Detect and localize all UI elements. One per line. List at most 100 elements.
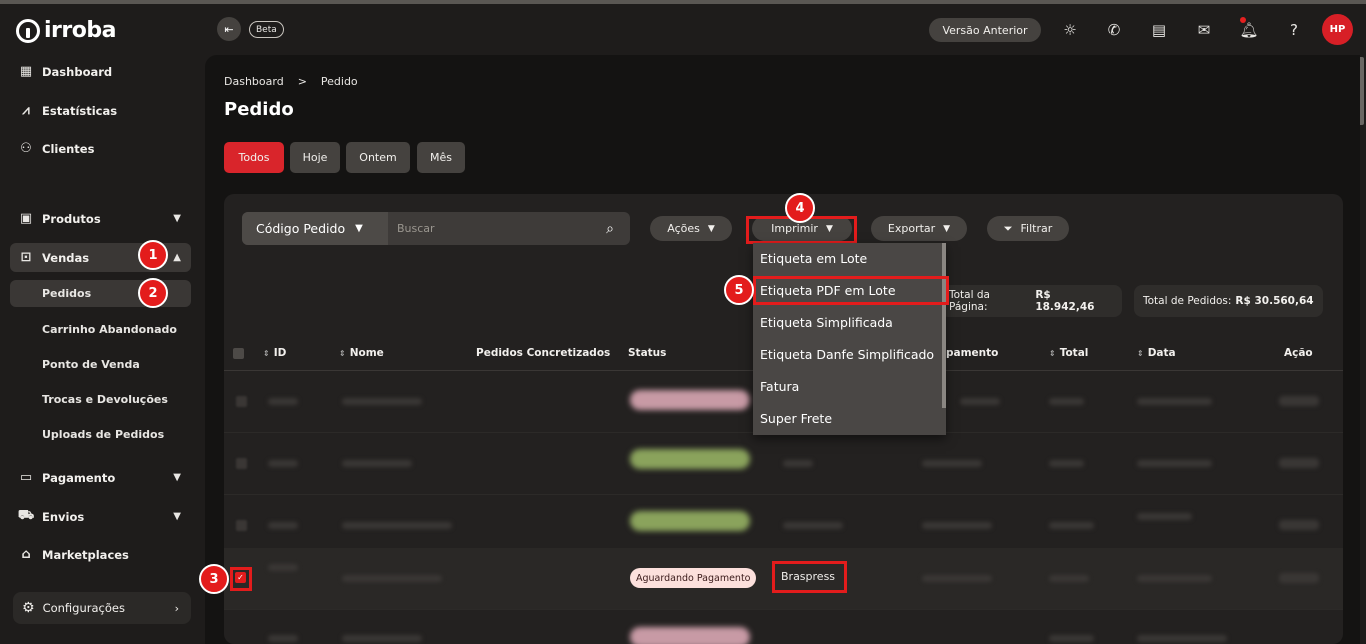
col-id[interactable]: ⇕ ID [263,347,286,359]
filter-todos-button[interactable]: Todos [224,142,284,173]
col-data-label: Data [1147,347,1176,359]
blurred-cell [922,522,992,529]
dropdown-scrollbar[interactable] [942,243,946,408]
search-icon[interactable]: ⌕ [590,212,630,245]
mail-icon[interactable]: ✉ [1194,20,1214,40]
blurred-cell [922,575,992,582]
col-acao: Ação [1284,347,1313,359]
chevron-up-icon: ▲ [173,252,181,263]
col-pedidos-concretizados: Pedidos Concretizados [476,347,611,359]
blurred-actions [1279,396,1319,406]
blurred-cell [1137,513,1192,520]
chevron-down-icon: ▼ [173,213,181,224]
search-field-select[interactable]: Código Pedido ▼ [242,212,388,245]
collapse-sidebar-button[interactable]: ⇤ [217,17,241,41]
blurred-cell [1137,398,1212,405]
bell-icon[interactable]: 🔔︎ [1239,20,1259,40]
col-data[interactable]: ⇕ Data [1137,347,1176,359]
blurred-cell [922,460,982,467]
theme-sun-icon[interactable]: ☼ [1060,20,1080,40]
sidebar-item-label: Envios [42,509,85,524]
sidebar-item-produtos[interactable]: ▣ Produtos ▼ [10,204,191,233]
acoes-button[interactable]: Ações ▼ [650,216,732,241]
menu-item-etiqueta-simplificada[interactable]: Etiqueta Simplificada [760,315,893,330]
sidebar-subitem-trocas-devolucoes[interactable]: Trocas e Devoluções [10,386,191,413]
chevron-down-icon: ▼ [173,511,181,522]
sidebar-item-label: Clientes [42,141,95,156]
status-badge: Aguardando Pagamento [630,568,757,588]
avatar[interactable]: HP [1322,14,1353,45]
annotation-4: 4 [785,193,815,223]
row-checkbox[interactable] [236,458,247,469]
blurred-cell [1049,398,1084,405]
blurred-cell [268,460,298,467]
filter-mes-button[interactable]: Mês [417,142,465,173]
logo-icon [16,18,40,43]
help-icon[interactable]: ? [1284,20,1304,40]
exportar-button[interactable]: Exportar ▼ [871,216,967,241]
users-icon: ⚇ [20,141,32,156]
brand-logo[interactable]: irroba [16,18,116,43]
menu-item-fatura[interactable]: Fatura [760,379,799,394]
blurred-status [630,511,750,531]
box-icon: ▣ [19,211,33,226]
sidebar-subitem-label: Uploads de Pedidos [42,428,165,441]
bag-icon: ⊡ [20,250,32,265]
chevron-right-icon: › [174,601,179,615]
filtrar-button[interactable]: ⏷ Filtrar [987,216,1069,241]
sidebar-item-pagamento[interactable]: ▭ Pagamento ▼ [10,463,191,492]
col-nome[interactable]: ⇕ Nome [339,347,384,359]
whatsapp-icon[interactable]: ✆ [1104,20,1124,40]
filter-funnel-icon: ⏷ [1003,221,1013,235]
annotation-2: 2 [138,278,168,308]
total-pedidos-value: R$ 30.560,64 [1235,295,1314,307]
sidebar-item-clientes[interactable]: ⚇ Clientes [10,134,191,163]
blurred-cell [1137,635,1227,642]
filter-ontem-button[interactable]: Ontem [346,142,410,173]
sidebar-item-envios[interactable]: ⛟ Envios ▼ [10,502,191,531]
row-checkbox[interactable] [236,520,247,531]
sort-icon: ⇕ [339,349,346,358]
sidebar-item-label: Produtos [42,211,101,226]
brand-name: irroba [44,18,116,43]
chevron-down-icon: ▼ [355,223,363,234]
sidebar-subitem-label: Ponto de Venda [42,358,140,371]
blurred-cell [1049,460,1084,467]
search-input[interactable] [388,212,590,245]
sort-icon: ⇕ [1137,349,1144,358]
col-total[interactable]: ⇕ Total [1049,347,1088,359]
sort-icon: ⇕ [263,349,270,358]
select-all-checkbox[interactable] [233,348,244,359]
sidebar-item-marketplaces[interactable]: ⌂ Marketplaces [10,540,191,569]
sidebar-subitem-carrinho-abandonado[interactable]: Carrinho Abandonado [10,316,191,343]
menu-item-super-frete[interactable]: Super Frete [760,411,832,426]
table-row[interactable] [224,611,1343,644]
collapse-icon: ⇤ [224,22,234,36]
store-front-icon[interactable]: ▤ [1149,20,1169,40]
annotation-5: 5 [724,275,754,305]
sidebar-item-label: Dashboard [42,64,113,79]
sidebar-subitem-uploads-pedidos[interactable]: Uploads de Pedidos [10,421,191,448]
blurred-cell [342,575,442,582]
sidebar-item-dashboard[interactable]: ▦ Dashboard [10,57,191,86]
chevron-down-icon: ▼ [173,472,181,483]
card-icon: ▭ [19,470,33,485]
truck-icon: ⛟ [17,508,35,523]
grid-icon: ▦ [19,64,33,79]
search-field-label: Código Pedido [256,221,346,236]
row-checkbox[interactable] [236,396,247,407]
sidebar-item-label: Marketplaces [42,547,129,562]
filter-hoje-button[interactable]: Hoje [290,142,340,173]
blurred-cell [342,635,422,642]
sidebar-item-label: Estatísticas [42,103,118,118]
sidebar-item-estatisticas[interactable]: ⩘ Estatísticas [10,96,191,125]
sidebar-subitem-ponto-de-venda[interactable]: Ponto de Venda [10,351,191,378]
total-pagina: Total da Página: R$ 18.942,46 [940,285,1122,317]
sidebar-item-configuracoes[interactable]: ⚙ Configurações › [13,592,191,624]
versao-anterior-button[interactable]: Versão Anterior [929,18,1041,42]
menu-item-etiqueta-danfe[interactable]: Etiqueta Danfe Simplificado [760,347,934,362]
breadcrumb-current: Pedido [320,75,358,88]
breadcrumb-dashboard[interactable]: Dashboard [224,75,284,88]
table-row[interactable] [224,433,1343,495]
menu-item-etiqueta-lote[interactable]: Etiqueta em Lote [760,251,867,266]
